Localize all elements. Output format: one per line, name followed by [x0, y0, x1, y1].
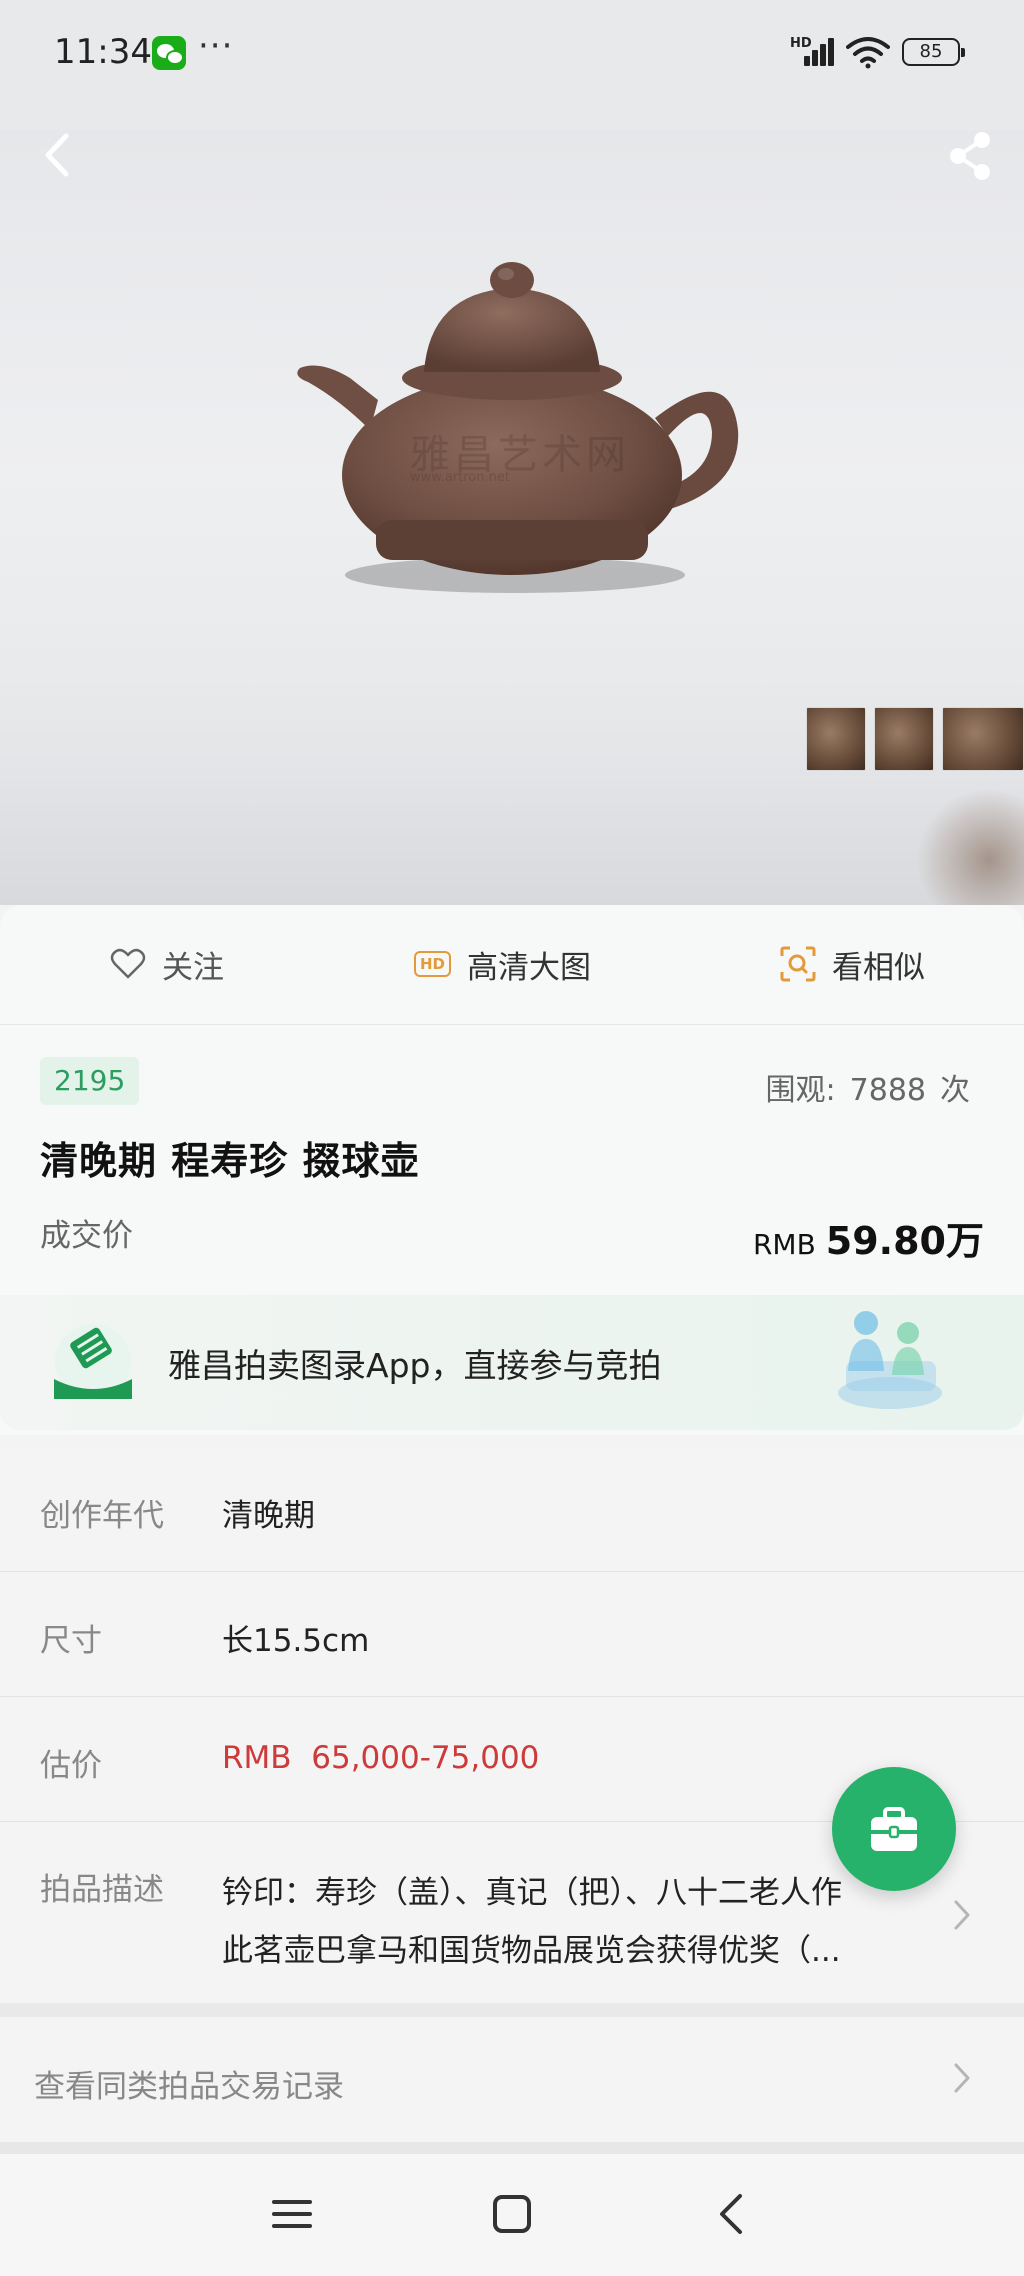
hd-icon: HD [414, 951, 452, 977]
app-promo-text: 雅昌拍卖图录App，直接参与竞拍 [168, 1346, 662, 1385]
toolbox-fab[interactable] [832, 1767, 956, 1891]
scan-search-icon [780, 946, 816, 982]
lot-detail-page: 11:34 ··· HD 85 雅昌艺术网 www.artron.net 关注 … [0, 0, 1024, 2276]
description-line: 钤印：寿珍（盖）、真记（把）、八十二老人作 [222, 1875, 842, 1911]
signal-hd-label: HD [790, 36, 812, 51]
lot-details: 创作年代 清晚期 尺寸 长15.5cm 估价 RMB 65,000-75,000… [0, 1448, 1024, 2003]
era-value: 清晚期 [222, 1498, 315, 1534]
sold-price-value: 59.80万 [825, 1219, 984, 1263]
view-count-value: 7888 [849, 1073, 926, 1108]
status-bar: 11:34 ··· HD 85 [0, 0, 1024, 130]
seal-thumbnails [806, 707, 1024, 771]
section-divider [0, 2003, 1024, 2017]
description-label: 拍品描述 [40, 1872, 164, 1908]
trade-history-link[interactable]: 查看同类拍品交易记录 [0, 2017, 1024, 2142]
recent-apps-icon[interactable] [262, 2184, 322, 2244]
artron-app-logo [54, 1324, 132, 1400]
app-promo-banner[interactable]: 雅昌拍卖图录App，直接参与竞拍 [0, 1295, 1024, 1430]
status-time: 11:34 [54, 32, 152, 72]
wechat-notification-icon [152, 36, 186, 70]
share-icon[interactable] [944, 130, 996, 184]
bidding-illustration [838, 1311, 942, 1409]
status-indicators: HD 85 [790, 34, 965, 70]
lot-info-panel: 关注 HD 高清大图 看相似 2195 围观: 7888 次 清晚期 程寿珍 掇球壶… [0, 905, 1024, 1435]
teapot-image [297, 262, 739, 593]
sold-price: RMB 59.80万 [753, 1210, 984, 1265]
hd-image-button[interactable]: HD 高清大图 [414, 939, 591, 989]
era-label: 创作年代 [40, 1498, 164, 1534]
seal-thumbnail[interactable] [806, 707, 866, 771]
estimate-label: 估价 [40, 1748, 102, 1784]
sold-price-label: 成交价 [40, 1218, 133, 1254]
chevron-right-icon [954, 2063, 970, 2093]
view-count-unit: 次 [940, 1073, 970, 1108]
battery-level: 85 [919, 41, 943, 62]
follow-label: 关注 [162, 949, 224, 986]
follow-button[interactable]: 关注 [110, 939, 224, 989]
hd-image-label: 高清大图 [467, 949, 592, 986]
find-similar-label: 看相似 [832, 949, 925, 986]
view-count: 围观: 7888 次 [766, 1065, 970, 1109]
more-notifications-icon: ··· [198, 26, 234, 66]
home-icon[interactable] [482, 2184, 542, 2244]
watermark-url: www.artron.net [410, 470, 510, 485]
system-nav-bar [0, 2154, 1024, 2276]
description-value: 钤印：寿珍（盖）、真记（把）、八十二老人作 此茗壶巴拿马和国货物品展览会获得优奖… [222, 1864, 902, 1980]
trade-history-label: 查看同类拍品交易记录 [34, 2069, 344, 2105]
size-label: 尺寸 [40, 1623, 102, 1659]
lot-title: 清晚期 程寿珍 掇球壶 [40, 1139, 420, 1183]
wifi-icon [846, 37, 890, 69]
section-divider [0, 2142, 1024, 2154]
back-arrow-icon[interactable] [38, 130, 78, 180]
detail-row-era: 创作年代 清晚期 [0, 1448, 1024, 1572]
seal-thumbnail[interactable] [874, 707, 934, 771]
action-bar: 关注 HD 高清大图 看相似 [0, 905, 1024, 1025]
lot-image-carousel[interactable]: 雅昌艺术网 www.artron.net [0, 130, 1024, 905]
sold-price-currency: RMB [752, 1228, 816, 1261]
description-line: 此茗壶巴拿马和国货物品展览会获得优奖（... [222, 1933, 841, 1969]
heart-icon [110, 948, 146, 979]
detail-row-size: 尺寸 长15.5cm [0, 1572, 1024, 1697]
briefcase-icon [871, 1807, 917, 1851]
cellular-signal-icon: HD [790, 36, 834, 68]
lot-number-badge: 2195 [40, 1057, 140, 1105]
image-floor [0, 773, 1024, 905]
seal-thumbnail[interactable] [942, 707, 1024, 771]
find-similar-button[interactable]: 看相似 [780, 939, 925, 989]
size-value: 长15.5cm [222, 1623, 370, 1659]
view-count-label: 围观: [765, 1073, 836, 1108]
chevron-right-icon [954, 1900, 970, 1930]
system-back-icon[interactable] [702, 2184, 762, 2244]
battery-icon: 85 [902, 38, 965, 66]
estimate-value: RMB 65,000-75,000 [222, 1740, 540, 1776]
